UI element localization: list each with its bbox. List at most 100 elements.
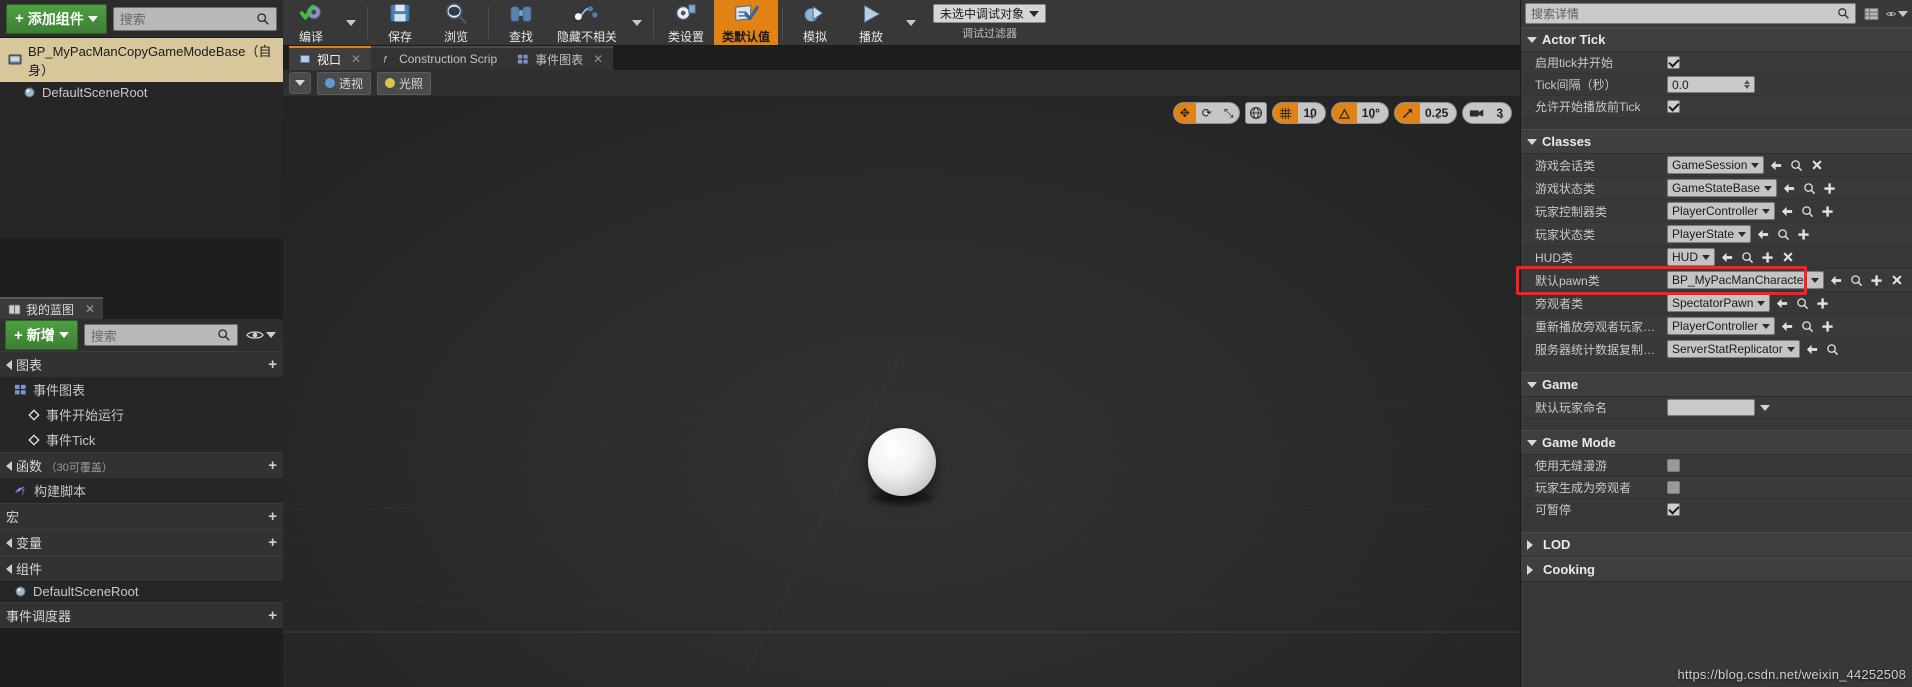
- grid-snap-value[interactable]: 10: [1298, 106, 1324, 120]
- rotate-icon[interactable]: ⟳: [1196, 103, 1218, 123]
- class-defaults-button[interactable]: 类默认值: [714, 0, 779, 45]
- translate-icon[interactable]: ✥: [1173, 103, 1196, 123]
- add-component-button[interactable]: + 添加组件: [6, 3, 107, 34]
- new-asset-button[interactable]: [1820, 204, 1835, 219]
- debug-target-select[interactable]: 未选中调试对象: [933, 4, 1047, 23]
- class-select[interactable]: HUD: [1667, 248, 1715, 266]
- clear-asset-button[interactable]: [1809, 158, 1824, 173]
- visibility-options-button[interactable]: [244, 328, 278, 342]
- grid-snap-group[interactable]: 10: [1272, 102, 1326, 124]
- angle-snap-icon[interactable]: [1331, 103, 1357, 123]
- add-variable-button[interactable]: +: [268, 535, 277, 550]
- scale-snap-group[interactable]: 0.25: [1393, 102, 1458, 124]
- grid-snap-icon[interactable]: [1273, 103, 1299, 123]
- class-select[interactable]: SpectatorPawn: [1667, 294, 1771, 312]
- list-item-event-graph[interactable]: 事件图表: [0, 377, 283, 402]
- use-selected-asset-button[interactable]: [1782, 181, 1797, 196]
- compile-button[interactable]: 编译: [283, 0, 339, 45]
- stepper-icon[interactable]: [1744, 80, 1750, 89]
- section-graphs[interactable]: 图表 +: [0, 351, 283, 377]
- use-selected-asset-button[interactable]: [1769, 158, 1784, 173]
- list-item-event-beginplay[interactable]: 事件开始运行: [0, 402, 283, 427]
- play-options-button[interactable]: [899, 0, 923, 45]
- section-components[interactable]: 组件: [0, 555, 283, 581]
- viewport-lit-button[interactable]: 光照: [377, 71, 432, 95]
- camera-speed-value[interactable]: 3: [1491, 106, 1511, 120]
- use-selected-asset-button[interactable]: [1756, 227, 1771, 242]
- hide-unrelated-button[interactable]: 隐藏不相关: [549, 0, 625, 45]
- tab-my-blueprint[interactable]: 我的蓝图 ✕: [0, 297, 104, 319]
- compile-options-button[interactable]: [339, 0, 363, 45]
- add-macro-button[interactable]: +: [268, 509, 277, 524]
- section-event-dispatchers[interactable]: 事件调度器 +: [0, 602, 283, 628]
- viewport-perspective-button[interactable]: 透视: [317, 71, 372, 95]
- section-variables[interactable]: 变量 +: [0, 529, 283, 555]
- checkbox[interactable]: [1667, 459, 1680, 472]
- browse-asset-button[interactable]: [1802, 181, 1817, 196]
- class-select[interactable]: ServerStatReplicator: [1667, 340, 1800, 358]
- use-selected-asset-button[interactable]: [1780, 204, 1795, 219]
- use-selected-asset-button[interactable]: [1720, 250, 1735, 265]
- use-selected-asset-button[interactable]: [1805, 342, 1820, 357]
- number-input[interactable]: 0.0: [1667, 76, 1755, 93]
- checkbox[interactable]: [1667, 503, 1680, 516]
- camera-speed-group[interactable]: 3: [1462, 102, 1512, 124]
- world-space-toggle[interactable]: [1245, 102, 1268, 124]
- details-display-mode-button[interactable]: [1860, 3, 1882, 24]
- components-search-input[interactable]: 搜索: [112, 6, 277, 31]
- viewport[interactable]: 透视 光照 ✥ ⟳ ⤡ 10 10° 0.25 3: [283, 70, 1520, 687]
- viewport-options-button[interactable]: [289, 72, 311, 94]
- list-item-defaultsceneroot[interactable]: DefaultSceneRoot: [0, 581, 283, 602]
- use-selected-asset-button[interactable]: [1775, 296, 1790, 311]
- find-button[interactable]: 查找: [493, 0, 549, 45]
- hide-unrelated-options-button[interactable]: [625, 0, 649, 45]
- tree-row-defaultsceneroot[interactable]: DefaultSceneRoot: [0, 82, 283, 103]
- class-select[interactable]: GameStateBase: [1667, 179, 1778, 197]
- tab-event-graph[interactable]: 事件图表 ✕: [507, 46, 614, 70]
- details-view-options-button[interactable]: [1886, 3, 1908, 24]
- browse-asset-button[interactable]: [1776, 227, 1791, 242]
- tree-row-root[interactable]: BP_MyPacManCopyGameModeBase（自身）: [0, 38, 283, 82]
- class-settings-button[interactable]: 类设置: [658, 0, 714, 45]
- my-blueprint-search-input[interactable]: 搜索: [83, 324, 238, 346]
- add-function-button[interactable]: +: [268, 458, 277, 473]
- details-search-input[interactable]: 搜索详情: [1525, 3, 1856, 24]
- details-category-actor-tick[interactable]: Actor Tick: [1521, 27, 1912, 52]
- viewport-canvas[interactable]: [283, 96, 1520, 687]
- scale-snap-value[interactable]: 0.25: [1420, 106, 1456, 120]
- sphere-mesh[interactable]: [867, 428, 936, 497]
- list-item-event-tick[interactable]: 事件Tick: [0, 427, 283, 452]
- add-graph-button[interactable]: +: [268, 357, 277, 372]
- add-dispatcher-button[interactable]: +: [268, 608, 277, 623]
- angle-snap-value[interactable]: 10°: [1357, 106, 1388, 120]
- add-new-button[interactable]: + 新增: [5, 320, 78, 350]
- class-select[interactable]: PlayerState: [1667, 225, 1752, 243]
- browse-button[interactable]: 浏览: [428, 0, 484, 45]
- tab-construction-script[interactable]: f Construction Scrip: [371, 46, 508, 70]
- browse-asset-button[interactable]: [1795, 296, 1810, 311]
- details-category-game-mode[interactable]: Game Mode: [1521, 430, 1912, 455]
- details-category-game[interactable]: Game: [1521, 372, 1912, 397]
- details-category-classes[interactable]: Classes: [1521, 129, 1912, 154]
- simulate-button[interactable]: 模拟: [787, 0, 843, 45]
- scale-icon[interactable]: ⤡: [1218, 103, 1240, 123]
- new-asset-button[interactable]: [1796, 227, 1811, 242]
- scale-snap-icon[interactable]: [1394, 103, 1420, 123]
- transform-mode-group[interactable]: ✥ ⟳ ⤡: [1172, 102, 1241, 124]
- close-icon[interactable]: ✕: [593, 52, 603, 66]
- browse-asset-button[interactable]: [1800, 204, 1815, 219]
- browse-asset-button[interactable]: [1800, 319, 1815, 334]
- browse-asset-button[interactable]: [1740, 250, 1755, 265]
- camera-icon[interactable]: [1463, 103, 1491, 123]
- list-item-construction-script[interactable]: f 构建脚本: [0, 478, 283, 503]
- section-macros[interactable]: 宏 +: [0, 503, 283, 529]
- text-input[interactable]: [1667, 399, 1755, 416]
- browse-asset-button[interactable]: [1825, 342, 1840, 357]
- details-category-lod[interactable]: LOD: [1521, 532, 1912, 557]
- close-icon[interactable]: ✕: [351, 52, 361, 66]
- browse-asset-button[interactable]: [1849, 273, 1864, 288]
- angle-snap-group[interactable]: 10°: [1330, 102, 1389, 124]
- use-selected-asset-button[interactable]: [1829, 273, 1844, 288]
- clear-asset-button[interactable]: [1889, 273, 1904, 288]
- class-select[interactable]: PlayerController: [1667, 202, 1776, 220]
